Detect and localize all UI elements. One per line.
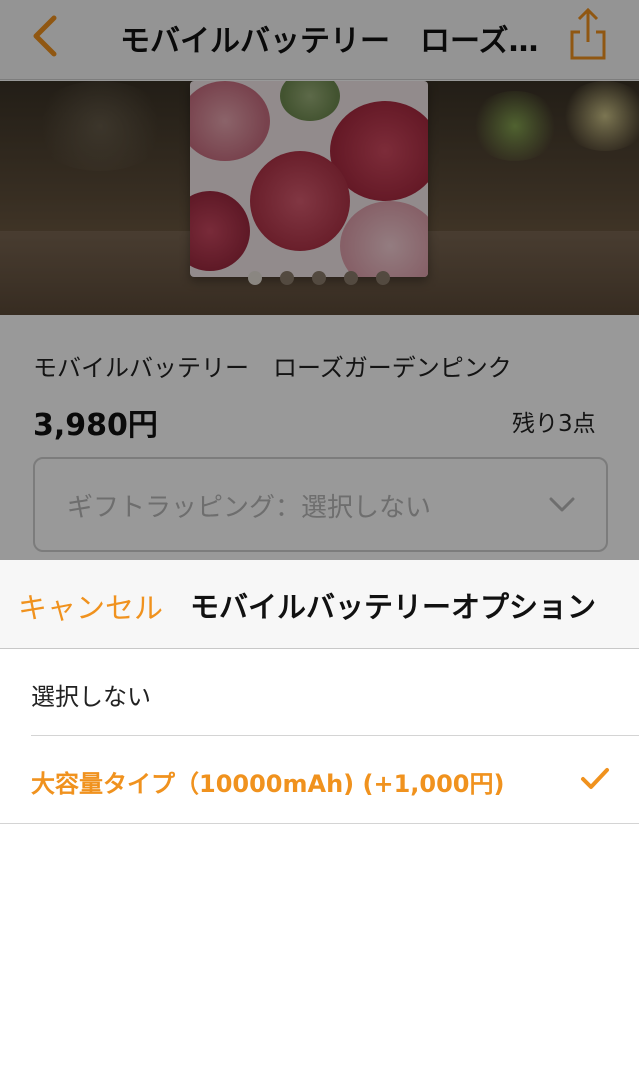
option-none[interactable]: 選択しない bbox=[0, 649, 639, 737]
option-label: 大容量タイプ（10000mAh) (+1,000円) bbox=[31, 770, 505, 798]
divider bbox=[0, 823, 639, 824]
option-label: 選択しない bbox=[31, 683, 151, 711]
option-picker-sheet: キャンセル モバイルバッテリーオプション 選択しない 大容量タイプ（10000m… bbox=[0, 560, 639, 1088]
modal-backdrop[interactable] bbox=[0, 0, 639, 560]
sheet-header: キャンセル モバイルバッテリーオプション bbox=[0, 560, 639, 649]
checkmark-icon bbox=[581, 768, 609, 789]
option-large-capacity[interactable]: 大容量タイプ（10000mAh) (+1,000円) bbox=[0, 736, 639, 824]
cancel-button[interactable]: キャンセル bbox=[18, 585, 163, 627]
sheet-title: モバイルバッテリーオプション bbox=[190, 590, 597, 624]
